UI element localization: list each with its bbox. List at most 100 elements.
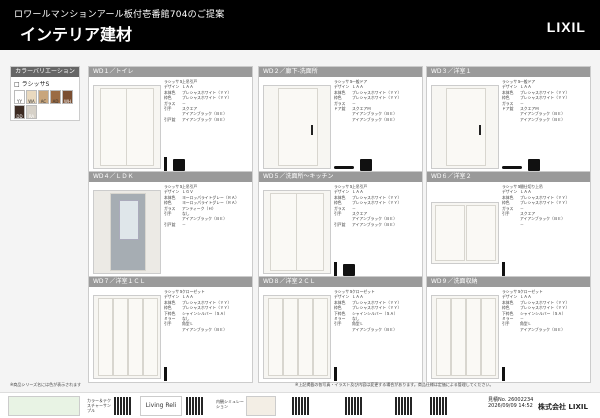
- page-title: インテリア建材: [20, 25, 133, 44]
- hardware-parts: [334, 155, 372, 171]
- qr-code-icon[interactable]: [186, 397, 204, 415]
- spec-list: ラシッサＳ 一般ドア デザイン ＬＡＡ 本体色 プレシャスホワイト（ＹＹ） 枠色 プレシャスホ…: [502, 79, 590, 122]
- door-card: WD５／洗面所～キッチンラシッサＳ 上吊引戸 デザイン ＬＡＡ 本体色 プレシャスホワイト…: [258, 171, 423, 278]
- spec-list: ラシッサＳ 間仕切り上吊 デザイン ＬＡＡ 本体色 プレシャスホワイト（ＹＹ） 枠色 プレシャ…: [502, 184, 590, 227]
- spec-label: 引戸錠: [164, 116, 176, 122]
- hardware-parts: [164, 155, 185, 171]
- swatch: YY: [14, 90, 25, 104]
- qr-code-icon[interactable]: [114, 397, 132, 415]
- sample-banner[interactable]: [8, 396, 80, 416]
- card-title: WD４／ＬＤＫ: [89, 172, 252, 182]
- door-card: WD８／洋室２ＣＬ ラシッサＳ クローゼット デザイン ＬＡＡ 本体色 プレシャスホワイト（…: [258, 276, 423, 383]
- door-image: [93, 190, 161, 274]
- door-card: WD９／洗面収納 ラシッサＳ クローゼット デザイン ＬＡＡ 本体色 プレシャスホワイト（Ｙ…: [426, 276, 591, 383]
- card-title: WD８／洋室２ＣＬ: [259, 277, 422, 287]
- swatch: AC: [38, 90, 49, 104]
- lixil-logo: LIXIL: [546, 19, 586, 35]
- spec-value: アイアンブラック（ＢＥ）: [352, 221, 398, 227]
- door-image: [431, 85, 499, 169]
- spec-list: ラシッサＳ 上吊引戸 デザイン ＬＡＡ 本体色 プレシャスホワイト（ＹＹ） 枠色 プレシャスホ…: [334, 184, 422, 227]
- swatch-code: AC: [40, 99, 47, 104]
- lock-icon: [360, 159, 372, 171]
- color-sample-label: カラー＆テクスチャーサンプル: [87, 398, 111, 413]
- swatch-code: WH: [64, 99, 71, 104]
- color-variation-panel: カラーバリエーション □ ラシッサS YY WA AC AD WH DD RA: [10, 66, 80, 121]
- card-title: WD５／洗面所～キッチン: [259, 172, 422, 182]
- footer: カラー＆テクスチャーサンプル Living Reli 内観シミュレーション 見積…: [0, 392, 600, 418]
- spec-list: ラシッサＳ クローゼット デザイン ＬＡＡ 本体色 プレシャスホワイト（ＹＹ） 枠色 プレシャ…: [334, 289, 422, 332]
- spec-row: 引戸錠 アイアンブラック（ＢＥ）: [164, 117, 252, 122]
- door-image: [93, 295, 161, 379]
- lever-handle-icon: [334, 163, 354, 171]
- spec-row: 引戸錠 アイアンブラック（ＢＥ）: [334, 222, 422, 227]
- pull-handle-icon: [164, 367, 167, 381]
- pull-handle-icon: [502, 262, 505, 276]
- card-title: WD２／廊下-洗面所: [259, 67, 422, 77]
- color-variation-heading: カラーバリエーション: [11, 67, 79, 77]
- door-image: [263, 190, 331, 274]
- door-card: WD４／ＬＤＫ ラシッサＳ 上吊引戸 デザイン ＬＧＶ 本体色 ヨーロッパライトグレー（ＲＡ…: [88, 171, 253, 278]
- spec-list: ラシッサＳ クローゼット デザイン ＬＡＡ 本体色 プレシャスホワイト（ＹＹ） 枠色 プレシャ…: [502, 289, 590, 332]
- swatch: RA: [26, 105, 37, 119]
- card-title: WD７／洋室１ＣＬ: [89, 277, 252, 287]
- door-card: WD６／洋室２ ラシッサＳ 間仕切り上吊 デザイン ＬＡＡ 本体色 プレシャスホワイト（ＹＹ…: [426, 171, 591, 278]
- spec-row: 引戸錠 －: [164, 222, 252, 227]
- swatch-code: RA: [28, 114, 35, 119]
- hardware-parts: [502, 260, 505, 276]
- door-image: [93, 85, 161, 169]
- qr-code-icon[interactable]: [345, 397, 363, 415]
- spec-label: [502, 222, 520, 227]
- pull-handle-icon: [164, 157, 167, 171]
- qr-code-icon[interactable]: [395, 397, 413, 415]
- living-reli-logo[interactable]: Living Reli: [140, 396, 182, 416]
- spec-label: [334, 327, 352, 332]
- swatch-list: YY WA AC AD WH DD RA: [11, 89, 79, 120]
- lock-icon: [173, 159, 185, 171]
- swatch-code: YY: [17, 99, 22, 104]
- spec-list: ラシッサＳ 上吊引戸 デザイン ＬＡＡ 本体色 プレシャスホワイト（ＹＹ） 枠色 プレシャスホ…: [164, 79, 252, 122]
- quote-info: 見積No. 26002234 2026/09/09 14:52: [488, 397, 533, 409]
- swatch: WH: [62, 90, 73, 104]
- spec-label: [502, 327, 520, 332]
- spec-list: ラシッサＳ 上吊引戸 デザイン ＬＧＶ 本体色 ヨーロッパライトグレー（ＲＡ） 枠色 ヨーロッ…: [164, 184, 252, 227]
- door-card: WD２／廊下-洗面所 ラシッサＳ 一般ドア デザイン ＬＡＡ 本体色 プレシャスホワイト（Ｙ…: [258, 66, 423, 173]
- spec-value: アイアンブラック（ＢＥ）: [182, 116, 228, 122]
- spec-value: アイアンブラック（ＢＥ）: [182, 326, 228, 332]
- pull-handle-icon: [334, 262, 337, 276]
- spec-row: アイアンブラック（ＢＥ）: [334, 117, 422, 122]
- spec-value: アイアンブラック（ＢＥ）: [520, 326, 566, 332]
- simulation-thumbnail[interactable]: [246, 396, 276, 416]
- qr-code-icon[interactable]: [430, 397, 448, 415]
- lock-icon: [343, 264, 355, 276]
- spec-label: [164, 327, 182, 332]
- spec-value: アイアンブラック（ＢＥ）: [520, 116, 566, 122]
- quote-date: 2026/09/09 14:52: [488, 403, 533, 409]
- spec-value: アイアンブラック（ＢＥ）: [352, 116, 398, 122]
- swatch: DD: [14, 105, 25, 119]
- company-name: 株式会社 LIXIL: [538, 403, 588, 411]
- hardware-parts: [334, 260, 355, 276]
- card-title: WD６／洋室２: [427, 172, 590, 182]
- spec-label: [334, 117, 352, 122]
- simulation-label: 内観シミュレーション: [216, 399, 244, 409]
- door-image: [431, 202, 499, 264]
- spec-value: －: [520, 221, 524, 227]
- swatch: WA: [26, 90, 37, 104]
- note-left: ※商品シリーズ名には色が表示されます: [10, 382, 82, 387]
- spec-row: アイアンブラック（ＢＥ）: [502, 117, 590, 122]
- swatch: AD: [50, 90, 61, 104]
- hardware-parts: [164, 365, 167, 381]
- swatch-code: WA: [28, 99, 35, 104]
- spec-value: －: [182, 221, 186, 227]
- pull-handle-icon: [502, 367, 505, 381]
- qr-code-icon[interactable]: [292, 397, 310, 415]
- card-title: WD１／トイレ: [89, 67, 252, 77]
- spec-row: －: [502, 222, 590, 227]
- hardware-parts: [502, 365, 505, 381]
- spec-value: アイアンブラック（ＢＥ）: [352, 326, 398, 332]
- spec-label: 引戸錠: [334, 221, 346, 227]
- spec-list: ラシッサＳ クローゼット デザイン ＬＡＡ 本体色 プレシャスホワイト（ＹＹ） 枠色 プレシャ…: [164, 289, 252, 332]
- spec-row: アイアンブラック（ＢＥ）: [164, 327, 252, 332]
- spec-row: アイアンブラック（ＢＥ）: [334, 327, 422, 332]
- swatch-code: AD: [52, 99, 59, 104]
